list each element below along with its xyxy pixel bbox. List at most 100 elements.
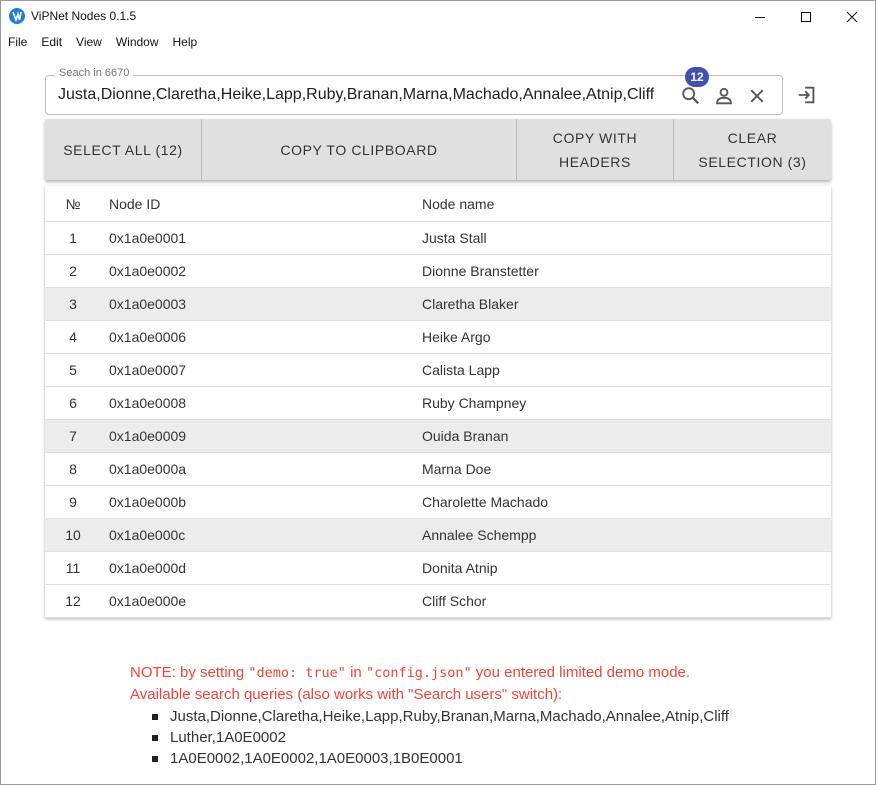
cell-node-id: 0x1a0e0003 — [109, 296, 187, 312]
cell-node-name: Ruby Champney — [422, 395, 527, 411]
cell-node-id: 0x1a0e000e — [109, 593, 187, 609]
cell-number: 5 — [69, 362, 77, 378]
cell-node-name: Donita Atnip — [422, 560, 498, 576]
table-row[interactable]: 7 0x1a0e0009 Ouida Branan — [45, 420, 831, 453]
menu-edit[interactable]: Edit — [34, 32, 69, 52]
cell-number: 2 — [69, 263, 77, 279]
cell-node-id: 0x1a0e000b — [109, 494, 187, 510]
search-button[interactable] — [679, 84, 703, 108]
cell-node-id: 0x1a0e0006 — [109, 329, 187, 345]
table-row[interactable]: 12 0x1a0e000e Cliff Schor — [45, 585, 831, 618]
menu-view[interactable]: View — [69, 32, 109, 52]
cell-node-name: Calista Lapp — [422, 362, 500, 378]
cell-number: 3 — [69, 296, 77, 312]
sample-queries-list: Justa,Dionne,Claretha,Heike,Lapp,Ruby,Br… — [152, 706, 729, 769]
search-input-value[interactable]: Justa,Dionne,Claretha,Heike,Lapp,Ruby,Br… — [58, 86, 654, 104]
clear-icon — [750, 89, 764, 103]
table-row[interactable]: 5 0x1a0e0007 Calista Lapp — [45, 354, 831, 387]
cell-node-id: 0x1a0e000c — [109, 527, 186, 543]
header-number[interactable]: № — [45, 186, 101, 221]
cell-node-id: 0x1a0e0008 — [109, 395, 187, 411]
table-row[interactable]: 8 0x1a0e000a Marna Doe — [45, 453, 831, 486]
nodes-table: № Node ID Node name 1 0x1a0e0001 Justa Sta… — [45, 186, 831, 618]
copy-with-headers-label-2: HEADERS — [559, 153, 631, 170]
list-item: Justa,Dionne,Claretha,Heike,Lapp,Ruby,Br… — [152, 706, 729, 727]
cell-number: 9 — [69, 494, 77, 510]
clear-selection-button[interactable]: CLEAR SELECTION (3) — [674, 119, 831, 180]
minimize-button[interactable] — [737, 1, 783, 32]
table-row[interactable]: 2 0x1a0e0002 Dionne Branstetter — [45, 255, 831, 288]
cell-node-name: Ouida Branan — [422, 428, 509, 444]
maximize-button[interactable] — [783, 1, 829, 32]
action-toolbar: SELECT ALL (12) COPY TO CLIPBOARD COPY W… — [45, 119, 831, 180]
sample-query-3: 1A0E0002,1A0E0002,1A0E0003,1B0E0001 — [170, 750, 463, 767]
note-code-config: "config.json" — [365, 665, 472, 681]
table-header-row: № Node ID Node name — [45, 186, 831, 222]
table-row[interactable]: 4 0x1a0e0006 Heike Argo — [45, 321, 831, 354]
note-text-3: you entered limited demo mode. — [471, 664, 691, 681]
menu-bar: File Edit View Window Help — [1, 32, 875, 52]
cell-number: 11 — [65, 560, 81, 576]
exit-icon — [798, 86, 815, 104]
table-row[interactable]: 6 0x1a0e0008 Ruby Champney — [45, 387, 831, 420]
header-node-id[interactable]: Node ID — [109, 186, 160, 221]
maximize-icon — [801, 11, 811, 22]
clear-selection-label-1: CLEAR — [727, 129, 778, 146]
close-button[interactable] — [829, 1, 875, 32]
search-label: Seach in 6670 — [55, 67, 134, 79]
menu-file[interactable]: File — [1, 32, 34, 52]
cell-node-name: Claretha Blaker — [422, 296, 519, 312]
copy-to-clipboard-button[interactable]: COPY TO CLIPBOARD — [202, 119, 517, 180]
table-row[interactable]: 3 0x1a0e0003 Claretha Blaker — [45, 288, 831, 321]
header-node-name[interactable]: Node name — [422, 186, 494, 221]
cell-node-name: Heike Argo — [422, 329, 491, 345]
cell-number: 1 — [69, 230, 77, 246]
demo-note: NOTE: by setting "demo: true" in "config… — [130, 662, 690, 705]
list-item: Luther,1A0E0002 — [152, 727, 729, 748]
app-logo-icon — [9, 8, 25, 24]
cell-number: 6 — [69, 395, 77, 411]
cell-node-name: Cliff Schor — [422, 593, 487, 609]
cell-node-id: 0x1a0e000d — [109, 560, 187, 576]
demo-note-line-1: NOTE: by setting "demo: true" in "config… — [130, 662, 690, 684]
clear-search-button[interactable] — [745, 84, 769, 108]
cell-number: 12 — [65, 593, 81, 609]
table-row[interactable]: 1 0x1a0e0001 Justa Stall — [45, 222, 831, 255]
table-row[interactable]: 10 0x1a0e000c Annalee Schempp — [45, 519, 831, 552]
demo-note-line-2: Available search queries (also works wit… — [130, 686, 563, 703]
list-item: 1A0E0002,1A0E0002,1A0E0003,1B0E0001 — [152, 748, 729, 769]
cell-node-name: Charolette Machado — [422, 494, 549, 510]
cell-node-name: Justa Stall — [422, 230, 487, 246]
cell-node-id: 0x1a0e0009 — [109, 428, 187, 444]
menu-help[interactable]: Help — [166, 32, 205, 52]
cell-node-name: Dionne Branstetter — [422, 263, 539, 279]
cell-node-id: 0x1a0e000a — [109, 461, 187, 477]
cell-number: 7 — [69, 428, 77, 444]
note-text-2: in — [345, 664, 366, 681]
search-icon — [682, 87, 700, 105]
title-bar: ViPNet Nodes 0.1.5 — [1, 1, 875, 32]
result-count-badge: 12 — [685, 67, 709, 87]
cell-number: 8 — [69, 461, 77, 477]
select-all-label: SELECT ALL (12) — [63, 141, 183, 158]
copy-with-headers-label-1: COPY WITH — [552, 129, 638, 146]
note-code-demo: "demo: true" — [248, 665, 346, 681]
menu-window[interactable]: Window — [109, 32, 166, 52]
bullet-icon — [152, 755, 158, 762]
sample-query-2: Luther,1A0E0002 — [170, 729, 286, 746]
cell-node-name: Annalee Schempp — [422, 527, 537, 543]
exit-button[interactable] — [795, 83, 819, 107]
cell-number: 4 — [69, 329, 77, 345]
cell-node-id: 0x1a0e0002 — [109, 263, 187, 279]
note-text-1: NOTE: by setting — [130, 664, 249, 681]
clear-selection-label-2: SELECTION (3) — [698, 153, 807, 170]
search-users-toggle[interactable] — [712, 84, 736, 108]
table-row[interactable]: 11 0x1a0e000d Donita Atnip — [45, 552, 831, 585]
window-title: ViPNet Nodes 0.1.5 — [31, 9, 137, 23]
bullet-icon — [152, 713, 158, 720]
copy-with-headers-button[interactable]: COPY WITH HEADERS — [517, 119, 674, 180]
minimize-icon — [755, 16, 765, 18]
table-row[interactable]: 9 0x1a0e000b Charolette Machado — [45, 486, 831, 519]
select-all-button[interactable]: SELECT ALL (12) — [45, 119, 202, 180]
close-icon — [846, 11, 858, 22]
